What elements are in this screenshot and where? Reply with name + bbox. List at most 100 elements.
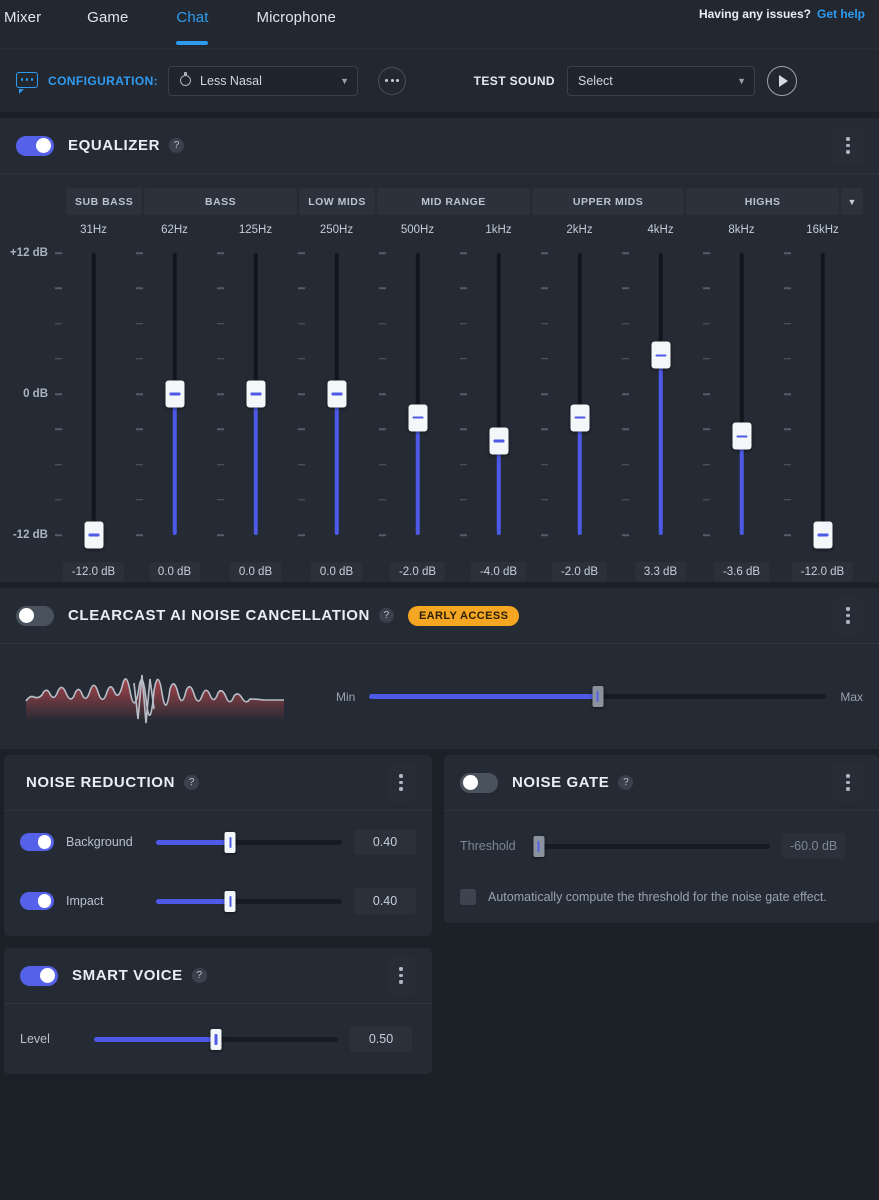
eq-fader-fill <box>415 417 420 535</box>
eq-tick <box>55 534 62 536</box>
eq-fader-thumb[interactable] <box>651 341 670 369</box>
noise-reduction-menu-button[interactable] <box>386 763 416 802</box>
eq-tick <box>541 463 548 466</box>
configuration-left: CONFIGURATION: Less Nasal ▼ <box>16 65 407 96</box>
tab-chat[interactable]: Chat <box>152 0 232 37</box>
eq-tick <box>784 252 791 254</box>
eq-fader-thumb[interactable] <box>327 380 346 408</box>
test-sound-label: TEST SOUND <box>473 73 555 88</box>
eq-band-highs[interactable]: HIGHS <box>686 188 839 215</box>
eq-tick <box>379 358 386 360</box>
impact-slider[interactable] <box>156 890 342 912</box>
noise-gate-toggle[interactable] <box>460 772 498 793</box>
waveform-visualization <box>16 661 296 733</box>
eq-fader-8kHz[interactable] <box>701 242 782 560</box>
configuration-more-button[interactable] <box>378 66 407 95</box>
noise-gate-help-icon[interactable]: ? <box>618 775 634 790</box>
eq-fader-fill <box>334 394 339 535</box>
tab-mixer[interactable]: Mixer <box>4 0 63 37</box>
eq-band-chevron-down-icon[interactable]: ▼ <box>840 188 863 215</box>
help-question: Having any issues? <box>698 7 811 21</box>
eq-tick <box>298 393 305 395</box>
eq-fader-125Hz[interactable] <box>215 242 296 560</box>
noise-reduction-help-icon[interactable]: ? <box>184 775 200 790</box>
threshold-slider[interactable] <box>533 835 770 857</box>
configuration-preset-select[interactable]: Less Nasal ▼ <box>168 65 359 96</box>
eq-frequency-label: 125Hz <box>238 224 273 236</box>
eq-fader-16kHz[interactable] <box>782 242 863 560</box>
background-toggle[interactable] <box>20 833 54 851</box>
eq-tick <box>136 287 143 289</box>
eq-fader-thumb[interactable] <box>246 380 265 408</box>
clearcast-title: CLEARCAST AI NOISE CANCELLATION <box>68 607 370 624</box>
clearcast-slider-thumb[interactable] <box>592 686 604 707</box>
level-slider-thumb[interactable] <box>210 1028 222 1050</box>
eq-fader-62Hz[interactable] <box>134 242 215 560</box>
eq-band-sub-bass[interactable]: SUB BASS <box>66 188 143 215</box>
impact-slider-thumb[interactable] <box>224 890 236 912</box>
clearcast-slider[interactable] <box>369 686 827 707</box>
eq-band-low-mids[interactable]: LOW MIDS <box>298 188 376 215</box>
eq-tick <box>379 252 386 254</box>
eq-fader-thumb[interactable] <box>489 427 508 455</box>
smart-voice-level-row: Level 0.50 <box>20 1022 416 1056</box>
threshold-slider-thumb[interactable] <box>533 835 545 857</box>
configuration-bar: CONFIGURATION: Less Nasal ▼ TEST SOUND S… <box>0 48 879 112</box>
eq-fader-31Hz[interactable] <box>53 242 134 560</box>
eq-axis-label: +12 dB <box>9 247 48 259</box>
impact-toggle[interactable] <box>20 892 54 910</box>
eq-tick <box>460 428 467 430</box>
eq-fader-4kHz[interactable] <box>620 242 701 560</box>
eq-band-upper-mids[interactable]: UPPER MIDS <box>531 188 685 215</box>
eq-frequency-label: 62Hz <box>161 224 188 236</box>
clearcast-help-icon[interactable]: ? <box>378 608 394 623</box>
noise-gate-menu-button[interactable] <box>833 763 863 802</box>
eq-fader-fill <box>496 441 501 535</box>
eq-fader-2kHz[interactable] <box>539 242 620 560</box>
background-slider[interactable] <box>156 831 342 853</box>
tab-game[interactable]: Game <box>63 0 152 37</box>
noise-gate-panel: NOISE GATE ? Threshold -60.0 dB Automati… <box>444 755 879 923</box>
eq-fader-thumb[interactable] <box>813 521 832 549</box>
test-sound-select[interactable]: Select ▼ <box>567 65 755 96</box>
equalizer-toggle[interactable] <box>16 135 54 156</box>
eq-fader-250Hz[interactable] <box>296 242 377 560</box>
equalizer-help-icon[interactable]: ? <box>169 138 185 153</box>
auto-threshold-checkbox[interactable] <box>460 889 476 905</box>
clearcast-menu-button[interactable] <box>833 596 863 635</box>
clearcast-toggle[interactable] <box>16 605 54 626</box>
eq-tick <box>217 534 224 536</box>
eq-fader-500Hz[interactable] <box>377 242 458 560</box>
noise-reduction-panel: NOISE REDUCTION ? Background 0.40 Impact… <box>4 755 432 936</box>
eq-axis-label: 0 dB <box>23 388 48 400</box>
eq-fader-1kHz[interactable] <box>458 242 539 560</box>
level-slider[interactable] <box>94 1028 338 1050</box>
get-help-link[interactable]: Get help <box>817 7 865 21</box>
smart-voice-menu-button[interactable] <box>386 956 416 995</box>
eq-tick <box>55 393 62 395</box>
tab-microphone[interactable]: Microphone <box>233 0 360 37</box>
eq-tick <box>379 463 386 466</box>
eq-band-mid-range[interactable]: MID RANGE <box>377 188 530 215</box>
chevron-down-icon: ▼ <box>737 75 746 86</box>
eq-tick <box>55 287 62 289</box>
equalizer-menu-button[interactable] <box>833 126 863 165</box>
background-slider-thumb[interactable] <box>224 831 236 853</box>
eq-band-bass[interactable]: BASS <box>144 188 297 215</box>
clearcast-header: CLEARCAST AI NOISE CANCELLATION ? EARLY … <box>0 588 879 644</box>
eq-fader-thumb[interactable] <box>165 380 184 408</box>
eq-tick <box>703 322 710 325</box>
eq-fader-thumb[interactable] <box>570 404 589 431</box>
eq-frequency-label: 500Hz <box>400 224 435 236</box>
clearcast-slider-fill <box>369 694 598 699</box>
eq-fader-thumb[interactable] <box>84 521 103 549</box>
smart-voice-help-icon[interactable]: ? <box>191 968 207 983</box>
play-test-sound-button[interactable] <box>767 65 797 96</box>
eq-fader-thumb[interactable] <box>408 404 427 431</box>
eq-tick <box>784 287 791 289</box>
eq-fader-fill <box>172 394 177 535</box>
eq-fader-thumb[interactable] <box>732 422 751 450</box>
test-sound-value: Select <box>578 73 613 88</box>
smart-voice-header: SMART VOICE ? <box>4 948 432 1004</box>
smart-voice-toggle[interactable] <box>20 965 58 986</box>
